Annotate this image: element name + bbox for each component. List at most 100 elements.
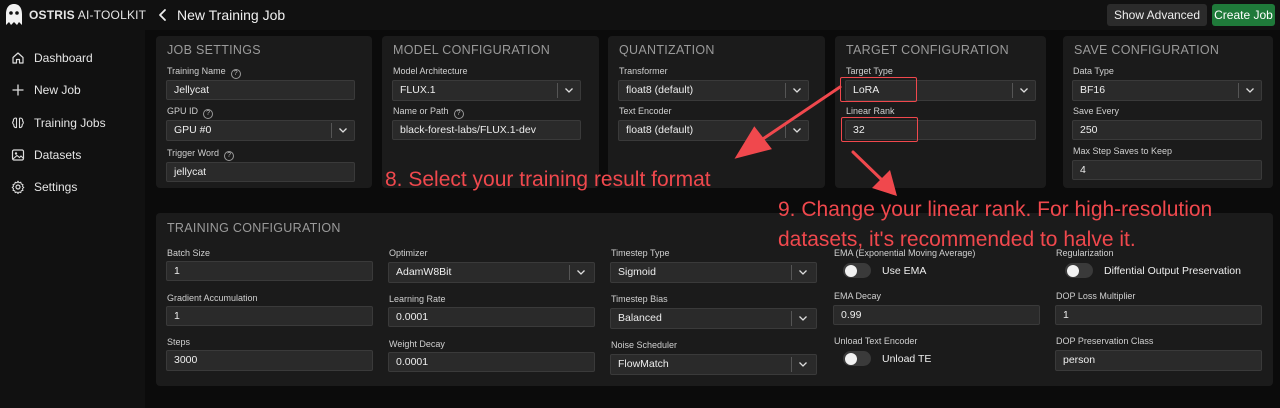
chevron-down-icon xyxy=(565,88,573,93)
optimizer-select[interactable]: AdamW8Bit xyxy=(388,262,595,283)
sidebar-item-dashboard[interactable]: Dashboard xyxy=(11,48,141,68)
optimizer-label: Optimizer xyxy=(389,248,428,258)
transformer-value: float8 (default) xyxy=(626,84,694,96)
learning-rate-label: Learning Rate xyxy=(389,294,446,304)
gpu-id-value: GPU #0 xyxy=(174,124,212,136)
sidebar-item-label: Dashboard xyxy=(34,51,93,65)
show-advanced-button[interactable]: Show Advanced xyxy=(1107,4,1207,26)
target-configuration-card: TARGET CONFIGURATION Target Type LoRA Li… xyxy=(835,36,1046,188)
job-settings-card: JOB SETTINGS Training Name? Jellycat GPU… xyxy=(156,36,372,188)
unload-text-encoder-label: Unload Text Encoder xyxy=(834,336,918,346)
unload-te-toggle[interactable] xyxy=(843,351,871,366)
optimizer-value: AdamW8Bit xyxy=(396,266,452,278)
annotation-step-8: 8. Select your training result format xyxy=(385,168,711,191)
linear-rank-highlight-box xyxy=(841,117,918,142)
linear-rank-label: Linear Rank xyxy=(846,106,895,116)
weight-decay-label: Weight Decay xyxy=(389,339,445,349)
image-icon xyxy=(11,149,25,161)
sidebar: Dashboard New Job Training Jobs Datasets… xyxy=(0,30,145,408)
text-encoder-label: Text Encoder xyxy=(619,106,672,116)
chevron-down-icon xyxy=(793,88,801,93)
card-title: MODEL CONFIGURATION xyxy=(393,43,551,57)
save-configuration-card: SAVE CONFIGURATION Data Type BF16 Save E… xyxy=(1063,36,1273,188)
brand-name: OSTRIS AI-TOOLKIT xyxy=(29,8,146,22)
select-divider xyxy=(791,311,792,326)
select-divider xyxy=(785,83,786,98)
toggle-knob xyxy=(1067,264,1079,277)
save-every-input[interactable]: 250 xyxy=(1072,120,1262,140)
timestep-bias-select[interactable]: Balanced xyxy=(610,308,817,329)
dop-preservation-class-input[interactable]: person xyxy=(1055,350,1262,371)
save-every-label: Save Every xyxy=(1073,106,1120,116)
dop-loss-multiplier-input[interactable]: 1 xyxy=(1055,305,1262,325)
brand-rest: AI-TOOLKIT xyxy=(77,8,147,22)
sidebar-item-datasets[interactable]: Datasets xyxy=(11,145,141,165)
dop-preservation-class-label: DOP Preservation Class xyxy=(1056,336,1154,346)
help-icon[interactable]: ? xyxy=(453,109,464,119)
noise-scheduler-value: FlowMatch xyxy=(618,358,669,370)
gradient-accumulation-input[interactable]: 1 xyxy=(166,306,373,326)
learning-rate-input[interactable]: 0.0001 xyxy=(388,307,595,327)
select-divider xyxy=(791,357,792,372)
diff-output-preservation-toggle[interactable] xyxy=(1065,263,1093,278)
transformer-label: Transformer xyxy=(619,66,668,76)
noise-scheduler-select[interactable]: FlowMatch xyxy=(610,354,817,375)
plus-icon xyxy=(12,84,24,96)
create-job-button[interactable]: Create Job xyxy=(1212,4,1275,26)
help-icon[interactable]: ? xyxy=(203,109,214,119)
sidebar-item-new-job[interactable]: New Job xyxy=(11,80,141,100)
name-or-path-label: Name or Path? xyxy=(393,106,464,119)
card-title: TARGET CONFIGURATION xyxy=(846,43,1009,57)
text-encoder-select[interactable]: float8 (default) xyxy=(618,120,809,141)
model-configuration-card: MODEL CONFIGURATION Model Architecture F… xyxy=(382,36,599,188)
gear-icon xyxy=(11,180,25,194)
batch-size-input[interactable]: 1 xyxy=(166,261,373,281)
sidebar-item-label: Settings xyxy=(34,180,78,194)
use-ema-toggle[interactable] xyxy=(843,263,871,278)
ema-decay-input[interactable]: 0.99 xyxy=(833,305,1040,325)
help-icon[interactable]: ? xyxy=(230,69,241,79)
chevron-down-icon xyxy=(1020,88,1028,93)
gpu-id-select[interactable]: GPU #0 xyxy=(166,120,355,141)
model-architecture-label: Model Architecture xyxy=(393,66,468,76)
max-step-saves-input[interactable]: 4 xyxy=(1072,160,1262,180)
chevron-down-icon xyxy=(577,270,585,275)
card-title: QUANTIZATION xyxy=(619,43,715,57)
sidebar-item-label: Datasets xyxy=(34,148,82,162)
gradient-accumulation-label: Gradient Accumulation xyxy=(167,293,258,303)
transformer-select[interactable]: float8 (default) xyxy=(618,80,809,101)
toggle-knob xyxy=(845,352,857,365)
model-architecture-select[interactable]: FLUX.1 xyxy=(392,80,581,101)
timestep-type-select[interactable]: Sigmoid xyxy=(610,262,817,283)
sidebar-item-settings[interactable]: Settings xyxy=(11,177,141,197)
quantization-card: QUANTIZATION Transformer float8 (default… xyxy=(608,36,825,188)
top-bar: OSTRIS AI-TOOLKIT New Training Job Show … xyxy=(0,0,1280,30)
weight-decay-input[interactable]: 0.0001 xyxy=(388,352,595,372)
target-type-label: Target Type xyxy=(846,66,893,76)
steps-input[interactable]: 3000 xyxy=(166,350,373,371)
timestep-type-value: Sigmoid xyxy=(618,266,656,278)
data-type-value: BF16 xyxy=(1080,84,1106,96)
back-chevron-icon[interactable] xyxy=(156,6,170,24)
label-text: Trigger Word xyxy=(167,148,220,158)
diff-output-preservation-label: Diffential Output Preservation xyxy=(1104,265,1241,277)
select-divider xyxy=(1012,83,1013,98)
sidebar-item-label: New Job xyxy=(34,83,81,97)
gpu-id-label: GPU ID? xyxy=(167,106,214,119)
sidebar-item-training-jobs[interactable]: Training Jobs xyxy=(11,113,141,133)
help-icon[interactable]: ? xyxy=(224,151,235,161)
trigger-word-input[interactable]: jellycat xyxy=(166,162,355,182)
max-step-saves-label: Max Step Saves to Keep xyxy=(1073,146,1173,156)
annotation-step-9-line-2: datasets, it's recommended to halve it. xyxy=(778,228,1136,251)
select-divider xyxy=(557,83,558,98)
name-or-path-input[interactable]: black-forest-labs/FLUX.1-dev xyxy=(392,120,581,140)
chevron-down-icon xyxy=(1246,88,1254,93)
annotation-step-9-line-1: 9. Change your linear rank. For high-res… xyxy=(778,198,1213,221)
target-type-highlight-box xyxy=(840,77,917,102)
data-type-select[interactable]: BF16 xyxy=(1072,80,1262,101)
select-divider xyxy=(785,123,786,138)
use-ema-label: Use EMA xyxy=(882,265,927,277)
unload-te-label: Unload TE xyxy=(882,353,932,365)
training-name-input[interactable]: Jellycat xyxy=(166,80,355,100)
chevron-down-icon xyxy=(799,270,807,275)
